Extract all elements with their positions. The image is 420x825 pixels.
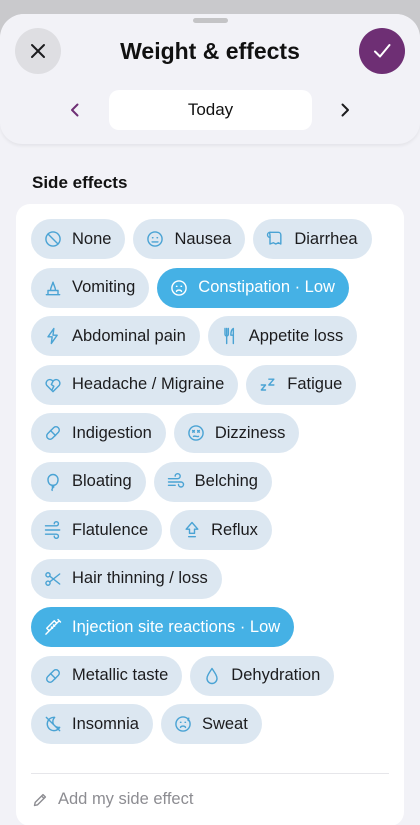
- bottom-sheet: Weight & effects Today Side effects None…: [0, 14, 420, 825]
- chip-label: Bloating: [72, 472, 132, 490]
- sleep-zz-icon: [260, 377, 275, 391]
- divider: [31, 773, 389, 774]
- none-icon: [45, 231, 61, 247]
- chip-none[interactable]: None: [31, 219, 126, 259]
- next-day-button[interactable]: [333, 98, 357, 122]
- add-side-effect-button[interactable]: Add my side effect: [32, 790, 193, 809]
- section-title: Side effects: [32, 173, 128, 192]
- fork-knife-icon: [224, 327, 234, 345]
- chip-label: Appetite loss: [248, 326, 344, 345]
- chip-label: Injection site reactions · Low: [72, 617, 281, 636]
- side-effects-card: None Nausea Diarrhea Vomiting Constipation ·…: [16, 204, 404, 825]
- chevron-right-icon: [341, 103, 349, 117]
- chip-label: Fatigue: [287, 375, 343, 393]
- page-title: Weight & effects: [120, 38, 300, 64]
- chip-label: Dehydration: [231, 666, 321, 684]
- chip-label: None: [72, 229, 112, 248]
- chip-label: Headache / Migraine: [72, 375, 225, 393]
- chip-label: Flatulence: [72, 520, 149, 539]
- chip-label: Belching: [194, 472, 258, 490]
- chip-label: Constipation · Low: [198, 278, 335, 296]
- chip-injection-site-reactions[interactable]: Injection site reactions · Low: [31, 607, 295, 647]
- gas-icon: [44, 520, 61, 540]
- chip-label: Reflux: [211, 520, 258, 539]
- vomiting-icon: [45, 280, 61, 295]
- chip-appetite-loss[interactable]: Appetite loss: [207, 316, 358, 356]
- broken-heart-icon: [45, 378, 61, 392]
- chip-label: Nausea: [174, 229, 232, 248]
- sweat-face-icon: [175, 716, 191, 732]
- chip-label: Vomiting: [72, 278, 136, 296]
- moon-slash-icon: [45, 716, 61, 732]
- date-selector[interactable]: Today: [109, 90, 312, 130]
- chip-dizziness[interactable]: Dizziness: [173, 413, 300, 453]
- pencil-icon: [33, 793, 47, 806]
- chip-indigestion[interactable]: Indigestion: [31, 413, 166, 453]
- chip-flatulence[interactable]: Flatulence: [31, 510, 163, 550]
- chip-dehydration[interactable]: Dehydration: [190, 655, 335, 696]
- chip-bloating[interactable]: Bloating: [31, 461, 146, 502]
- reflux-arrow-icon: [185, 521, 199, 538]
- confirm-button[interactable]: [359, 28, 405, 74]
- toilet-paper-icon: [267, 231, 282, 245]
- checkmark-icon: [374, 44, 391, 58]
- chip-headache-migraine[interactable]: Headache / Migraine: [31, 364, 239, 405]
- chip-belching[interactable]: Belching: [153, 461, 272, 502]
- chip-sweat[interactable]: Sweat: [160, 704, 262, 744]
- balloon-icon: [47, 473, 59, 491]
- syringe-icon: [45, 618, 62, 635]
- chevron-left-icon: [71, 103, 79, 117]
- chip-label: Dizziness: [214, 423, 286, 442]
- chip-label: Diarrhea: [294, 229, 358, 248]
- chip-metallic-taste[interactable]: Metallic taste: [31, 655, 183, 696]
- add-side-effect-label: Add my side effect: [58, 790, 194, 808]
- chip-reflux[interactable]: Reflux: [170, 510, 272, 550]
- chip-label: Insomnia: [72, 714, 139, 733]
- sheet-grabber[interactable]: [193, 18, 228, 23]
- capsule-icon: [46, 668, 60, 683]
- chip-hair-thinning-loss[interactable]: Hair thinning / loss: [31, 558, 222, 599]
- nausea-face-icon: [147, 231, 164, 247]
- pill-icon: [46, 426, 60, 440]
- constipation-face-icon: [171, 279, 188, 296]
- chip-label: Sweat: [201, 714, 248, 733]
- chip-abdominal-pain[interactable]: Abdominal pain: [31, 316, 200, 356]
- chip-nausea[interactable]: Nausea: [133, 219, 246, 259]
- chip-vomiting[interactable]: Vomiting: [31, 267, 150, 308]
- chip-fatigue[interactable]: Fatigue: [246, 364, 357, 405]
- chip-constipation[interactable]: Constipation · Low: [157, 267, 349, 308]
- sheet-header: Weight & effects Today: [0, 14, 420, 144]
- chip-insomnia[interactable]: Insomnia: [31, 704, 153, 744]
- chip-label: Hair thinning / loss: [72, 569, 208, 587]
- date-navigator: Today: [0, 90, 420, 130]
- droplet-icon: [206, 667, 219, 684]
- chip-label: Abdominal pain: [72, 326, 186, 345]
- dizzy-face-icon: [188, 425, 204, 441]
- chip-diarrhea[interactable]: Diarrhea: [253, 219, 372, 259]
- chip-label: Indigestion: [72, 423, 152, 442]
- previous-day-button[interactable]: [63, 98, 87, 122]
- chip-label: Metallic taste: [72, 666, 169, 684]
- scissors-icon: [45, 571, 61, 586]
- lightning-icon: [47, 327, 58, 345]
- side-effect-chip-list: None Nausea Diarrhea Vomiting Constipation ·…: [31, 219, 391, 744]
- wind-icon: [167, 472, 184, 488]
